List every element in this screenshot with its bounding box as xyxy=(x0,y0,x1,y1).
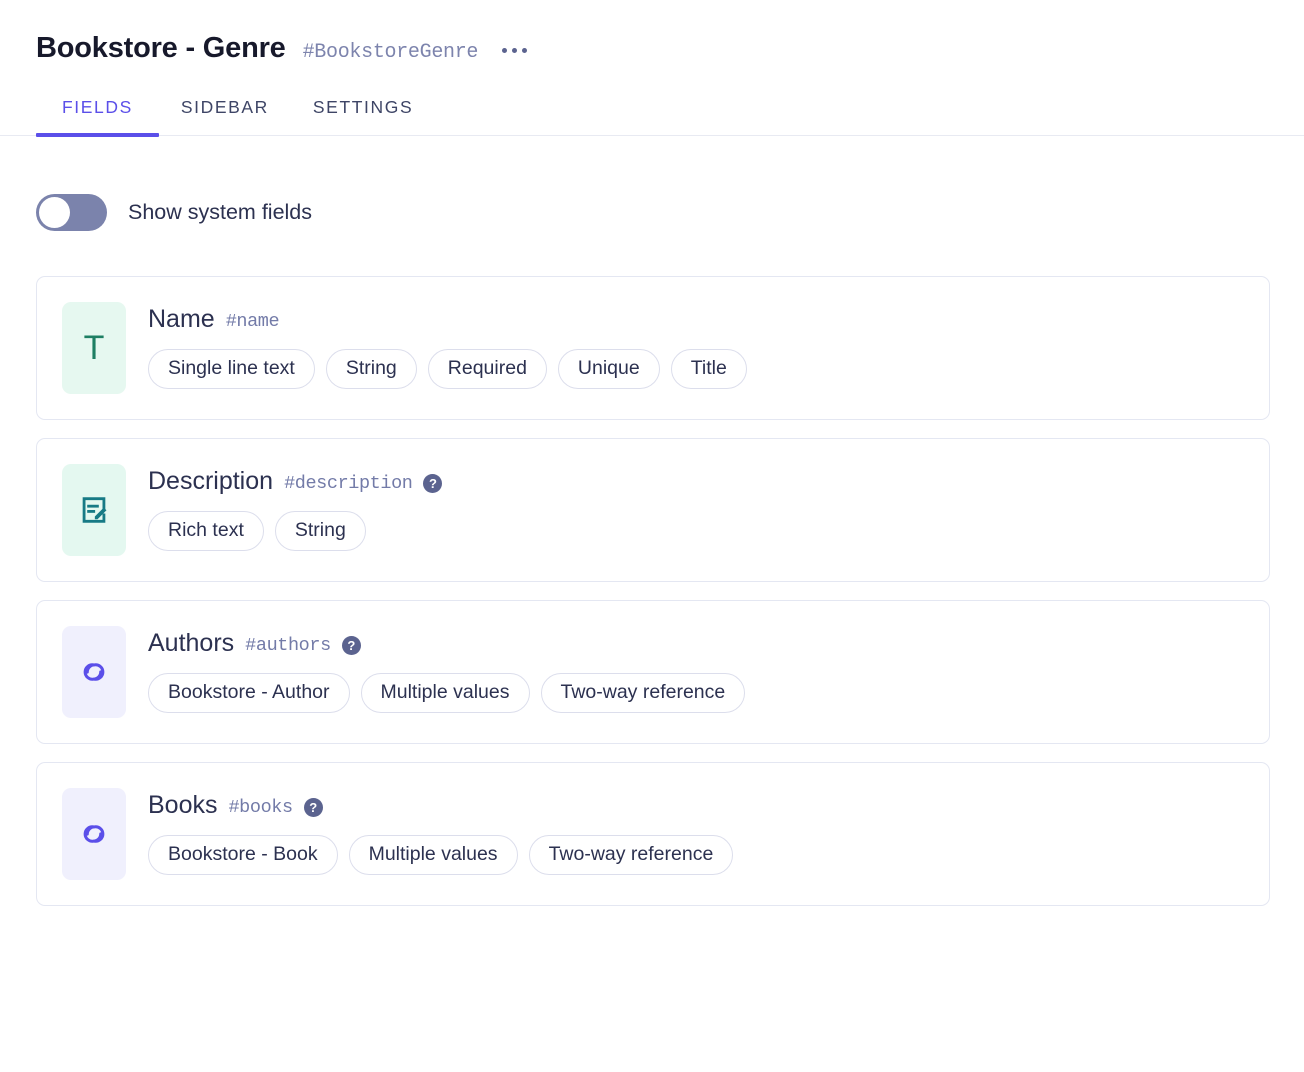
field-body: Authors #authors? Bookstore - Author Multip… xyxy=(126,626,1269,713)
field-tag[interactable]: Multiple values xyxy=(361,673,530,713)
field-tag[interactable]: Title xyxy=(671,349,747,389)
tab-bar: FIELDS SIDEBAR SETTINGS xyxy=(0,97,1304,136)
show-system-fields-label: Show system fields xyxy=(128,200,312,225)
content-type-editor-page: Bookstore - Genre #BookstoreGenre FIELDS… xyxy=(0,0,1304,1072)
text-letter-t-icon: T xyxy=(84,331,105,365)
field-tag[interactable]: Bookstore - Author xyxy=(148,673,350,713)
field-tag[interactable]: Unique xyxy=(558,349,660,389)
page-header: Bookstore - Genre #BookstoreGenre xyxy=(0,0,1304,63)
field-tag[interactable]: String xyxy=(326,349,417,389)
field-icon-tile: T xyxy=(62,302,126,394)
field-tag[interactable]: Two-way reference xyxy=(541,673,746,713)
field-body: Books #books? Bookstore - Book Multiple val… xyxy=(126,788,1269,875)
field-icon-tile xyxy=(62,788,126,880)
field-head: Name #name xyxy=(148,306,1269,334)
tab-settings[interactable]: SETTINGS xyxy=(291,97,435,135)
help-icon[interactable]: ? xyxy=(423,474,442,493)
page-title: Bookstore - Genre xyxy=(36,34,286,63)
link-reference-icon xyxy=(75,815,113,853)
field-card[interactable]: Authors #authors? Bookstore - Author Multip… xyxy=(36,600,1270,744)
tab-sidebar[interactable]: SIDEBAR xyxy=(159,97,291,135)
field-tag[interactable]: String xyxy=(275,511,366,551)
field-card[interactable]: Description #description? Rich text String xyxy=(36,438,1270,582)
tab-fields[interactable]: FIELDS xyxy=(36,97,159,135)
kebab-dot xyxy=(512,48,517,53)
field-api-id: #description xyxy=(284,473,412,494)
field-name: Description xyxy=(148,468,273,496)
field-icon-tile xyxy=(62,626,126,718)
show-system-fields-toggle[interactable] xyxy=(36,194,107,231)
help-icon[interactable]: ? xyxy=(304,798,323,817)
show-system-fields-row: Show system fields xyxy=(0,136,1304,231)
rich-text-document-pencil-icon xyxy=(77,493,111,527)
help-icon[interactable]: ? xyxy=(342,636,361,655)
field-tag-row: Single line text String Required Unique Titl… xyxy=(148,349,1269,389)
field-tag-row: Rich text String xyxy=(148,511,1269,551)
field-list: T Name #name Single line text String Required… xyxy=(0,231,1304,906)
more-options-icon[interactable] xyxy=(500,42,529,59)
field-icon-tile xyxy=(62,464,126,556)
field-name: Books xyxy=(148,792,217,820)
field-api-id: #books xyxy=(228,797,292,818)
link-reference-icon xyxy=(75,653,113,691)
field-api-id: #authors xyxy=(245,635,331,656)
page-api-id: #BookstoreGenre xyxy=(303,43,479,63)
field-card[interactable]: Books #books? Bookstore - Book Multiple val… xyxy=(36,762,1270,906)
field-name: Authors xyxy=(148,630,234,658)
field-head: Books #books? xyxy=(148,792,1269,820)
field-tag[interactable]: Multiple values xyxy=(349,835,518,875)
field-tag[interactable]: Required xyxy=(428,349,547,389)
field-tag[interactable]: Bookstore - Book xyxy=(148,835,338,875)
field-body: Name #name Single line text String Required U… xyxy=(126,302,1269,389)
field-head: Authors #authors? xyxy=(148,630,1269,658)
title-row: Bookstore - Genre #BookstoreGenre xyxy=(36,34,1304,63)
field-tag[interactable]: Rich text xyxy=(148,511,264,551)
field-head: Description #description? xyxy=(148,468,1269,496)
toggle-knob xyxy=(39,197,70,228)
field-card[interactable]: T Name #name Single line text String Required… xyxy=(36,276,1270,420)
field-body: Description #description? Rich text String xyxy=(126,464,1269,551)
field-tag[interactable]: Single line text xyxy=(148,349,315,389)
field-api-id: #name xyxy=(226,311,280,332)
field-name: Name xyxy=(148,306,215,334)
field-tag-row: Bookstore - Book Multiple values Two-way r… xyxy=(148,835,1269,875)
kebab-dot xyxy=(522,48,527,53)
kebab-dot xyxy=(502,48,507,53)
field-tag-row: Bookstore - Author Multiple values Two-way… xyxy=(148,673,1269,713)
field-tag[interactable]: Two-way reference xyxy=(529,835,734,875)
